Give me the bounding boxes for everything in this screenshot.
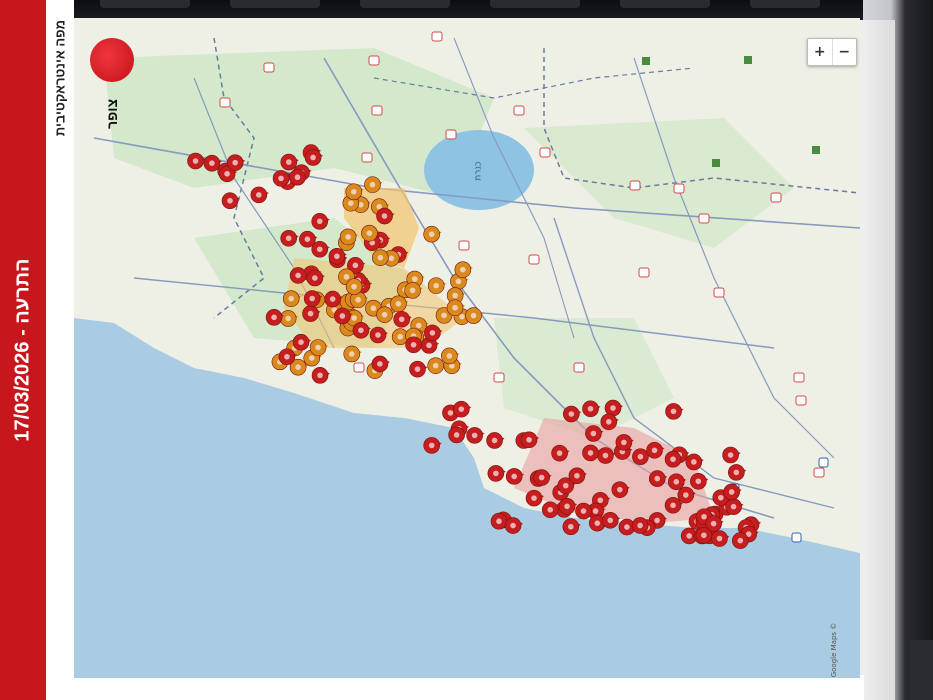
alert-title: התרעה - 17/03/2026 bbox=[11, 258, 34, 442]
map-attribution: Google Maps © bbox=[830, 622, 838, 678]
keyboard-key bbox=[100, 0, 190, 8]
keyboard-key bbox=[230, 0, 320, 8]
interactive-map[interactable]: כנרת צופר + − Google Maps © bbox=[74, 18, 860, 678]
page-margin bbox=[855, 20, 895, 700]
zoom-in-button[interactable]: + bbox=[808, 39, 832, 65]
keyboard-key bbox=[750, 0, 820, 8]
app-name: צופר bbox=[104, 99, 120, 129]
keyboard-key bbox=[620, 0, 710, 8]
footer-area bbox=[74, 675, 864, 700]
zoom-out-button[interactable]: − bbox=[831, 39, 857, 65]
page-subtitle: מפה אינטראקטיבית bbox=[52, 19, 68, 137]
tzofar-logo: צופר bbox=[82, 22, 142, 140]
keyboard-key bbox=[490, 0, 580, 8]
tzofar-logo-icon bbox=[90, 38, 134, 82]
lake-label: כנרת bbox=[473, 161, 484, 181]
minus-icon: − bbox=[838, 44, 851, 60]
map-canvas[interactable] bbox=[74, 18, 860, 678]
alert-header: התרעה - 17/03/2026 bbox=[0, 0, 46, 700]
zoom-controls: + − bbox=[807, 38, 857, 66]
browser-tab-strip bbox=[910, 640, 933, 700]
plus-icon: + bbox=[813, 44, 826, 60]
keyboard-key bbox=[360, 0, 450, 8]
subtitle-bar: מפה אינטראקטיבית bbox=[46, 0, 74, 700]
